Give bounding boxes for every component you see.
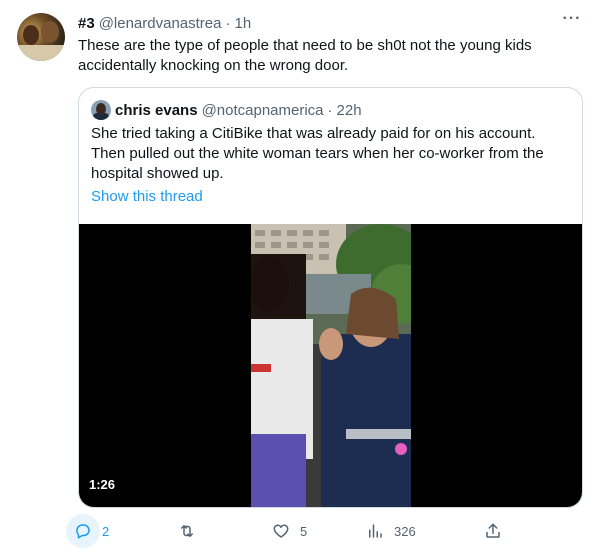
video-frame <box>251 224 411 507</box>
quote-display-name[interactable]: chris evans <box>115 102 198 119</box>
like-count: 5 <box>300 523 308 539</box>
share-icon <box>476 514 510 548</box>
display-name[interactable]: #3 <box>78 15 95 32</box>
reply-button[interactable]: 2 <box>66 514 109 548</box>
reply-count: 2 <box>102 523 110 539</box>
tweet[interactable]: #3 @lenardvanastrea · 1h ··· These are t… <box>0 0 603 552</box>
views-button[interactable]: 326 <box>358 514 416 548</box>
heart-icon <box>264 514 298 548</box>
show-thread-link[interactable]: Show this thread <box>91 187 203 207</box>
action-bar: 2 5 326 <box>66 514 546 548</box>
quoted-tweet[interactable]: chris evans @notcapnamerica · 22h She tr… <box>78 87 583 508</box>
video-duration: 1:26 <box>89 477 116 492</box>
more-icon[interactable]: ··· <box>561 11 583 34</box>
like-button[interactable]: 5 <box>264 514 307 548</box>
quote-avatar[interactable] <box>91 100 111 120</box>
video-thumbnail <box>251 224 411 507</box>
retweet-icon <box>170 514 204 548</box>
quote-text: She tried taking a CitiBike that was alr… <box>91 125 544 182</box>
separator-dot: · <box>225 14 231 32</box>
avatar[interactable] <box>17 13 65 61</box>
retweet-button[interactable] <box>170 514 206 548</box>
views-icon <box>358 514 392 548</box>
quote-timestamp[interactable]: 22h <box>337 102 362 119</box>
tweet-text: These are the type of people that need t… <box>78 37 532 74</box>
share-button[interactable] <box>476 514 510 548</box>
views-count: 326 <box>394 523 416 539</box>
reply-icon <box>66 514 100 548</box>
quote-header: chris evans @notcapnamerica · 22h <box>91 100 362 120</box>
timestamp[interactable]: 1h <box>235 15 252 32</box>
separator-dot: · <box>327 101 333 119</box>
video-player[interactable]: 1:26 <box>79 224 582 507</box>
user-handle[interactable]: @lenardvanastrea <box>99 15 222 32</box>
quote-handle[interactable]: @notcapnamerica <box>202 102 324 119</box>
tweet-header: #3 @lenardvanastrea · 1h <box>78 13 251 33</box>
